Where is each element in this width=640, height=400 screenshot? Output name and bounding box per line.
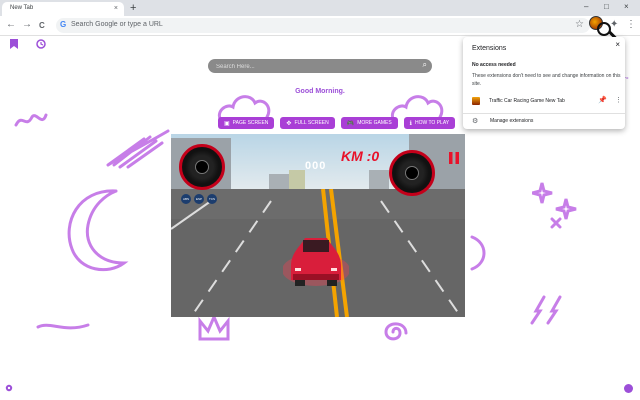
- omnibox[interactable]: G Search Google or type a URL ☆: [56, 18, 590, 33]
- tcs-button[interactable]: TCS: [207, 194, 217, 204]
- crown-doodle: [198, 315, 230, 341]
- scribble-doodle: [14, 113, 48, 127]
- leaf-scribble-doodle: [106, 129, 170, 169]
- digital-counter: 000: [305, 160, 327, 172]
- full-screen-icon: ✥: [286, 120, 292, 127]
- more-games-button[interactable]: 🎮 MORE GAMES: [340, 117, 398, 129]
- extensions-puzzle-icon[interactable]: ✦: [610, 19, 618, 30]
- arc-doodle: [470, 235, 486, 271]
- tab-new-tab[interactable]: New Tab ×: [2, 2, 124, 16]
- tachometer-hub: [195, 160, 209, 174]
- assist-buttons: ABS ESP TCS: [181, 194, 217, 204]
- esp-button[interactable]: ESP: [194, 194, 204, 204]
- omnibox-placeholder: Search Google or type a URL: [71, 21, 163, 28]
- speedometer-hub: [405, 166, 419, 180]
- bookmark-star-icon[interactable]: ☆: [575, 19, 584, 30]
- extension-more-icon[interactable]: ⋮: [615, 96, 622, 104]
- player-car: [283, 238, 349, 286]
- manage-extensions-label: Manage extensions: [490, 118, 534, 124]
- game-canvas[interactable]: ABS ESP TCS 000 KM :0: [171, 134, 465, 317]
- gear-icon: ⚙: [472, 118, 479, 125]
- full-screen-label: FULL SCREEN: [294, 120, 329, 126]
- popup-divider: [463, 113, 625, 114]
- bolts-doodle: [530, 295, 562, 325]
- search-input[interactable]: [216, 62, 406, 71]
- tab-title: New Tab: [10, 5, 34, 11]
- crescent-moon-doodle: [67, 189, 129, 272]
- page-screen-icon: ▣: [224, 120, 230, 127]
- search-icon[interactable]: ⌕: [423, 60, 427, 70]
- info-circle-icon[interactable]: [624, 384, 633, 396]
- settings-gear-icon[interactable]: [4, 383, 14, 396]
- full-screen-button[interactable]: ✥ FULL SCREEN: [280, 117, 335, 129]
- tab-strip: New Tab × + – □ ×: [0, 0, 640, 16]
- minimize-icon[interactable]: –: [584, 2, 588, 12]
- google-icon: G: [60, 20, 67, 29]
- toolbar: ← → C G Search Google or type a URL ☆ ✦ …: [0, 16, 640, 36]
- bookmark-icon[interactable]: [10, 39, 18, 52]
- back-icon[interactable]: ←: [6, 19, 16, 31]
- speedometer-gauge: [389, 150, 435, 196]
- info-icon: ℹ: [409, 120, 412, 127]
- how-to-play-button[interactable]: ℹ HOW TO PLAY: [403, 117, 456, 129]
- swirl-doodle: [384, 322, 408, 341]
- browser-menu-icon[interactable]: ⋮: [626, 19, 636, 30]
- reload-icon[interactable]: C: [39, 20, 45, 32]
- extension-item-icon: [472, 97, 480, 105]
- page-screen-button[interactable]: ▣ PAGE SCREEN: [218, 117, 275, 129]
- no-access-description: These extensions don't need to see and c…: [472, 73, 621, 87]
- window-close-icon[interactable]: ×: [624, 2, 629, 12]
- extensions-popup: Extensions × No access needed These exte…: [463, 37, 625, 129]
- stars-doodle: [532, 182, 577, 229]
- dash-doodle: [36, 323, 90, 330]
- manage-extensions-link[interactable]: ⚙ Manage extensions: [472, 117, 612, 127]
- pause-icon[interactable]: [449, 152, 459, 164]
- gamepad-icon: 🎮: [346, 120, 355, 127]
- maximize-icon[interactable]: □: [604, 2, 609, 12]
- no-access-heading: No access needed: [472, 62, 516, 68]
- more-games-label: MORE GAMES: [357, 120, 392, 126]
- tab-close-icon[interactable]: ×: [114, 4, 118, 13]
- history-icon[interactable]: [36, 39, 46, 52]
- search-bar[interactable]: ⌕: [208, 59, 432, 73]
- pin-icon[interactable]: 📌: [598, 96, 607, 104]
- popup-close-icon[interactable]: ×: [615, 40, 620, 49]
- game-button-row: ▣ PAGE SCREEN ✥ FULL SCREEN 🎮 MORE GAMES…: [218, 117, 456, 129]
- abs-button[interactable]: ABS: [181, 194, 191, 204]
- extension-item-name: Traffic Car Racing Game New Tab: [489, 98, 565, 104]
- extension-item[interactable]: Traffic Car Racing Game New Tab 📌 ⋮: [472, 96, 622, 108]
- forward-icon[interactable]: →: [22, 19, 32, 31]
- new-tab-button[interactable]: +: [130, 2, 136, 14]
- how-to-play-label: HOW TO PLAY: [414, 120, 450, 126]
- tachometer-gauge: [179, 144, 225, 190]
- km-readout: KM :0: [341, 148, 380, 164]
- page-screen-label: PAGE SCREEN: [232, 120, 269, 126]
- extensions-popup-title: Extensions: [472, 45, 507, 52]
